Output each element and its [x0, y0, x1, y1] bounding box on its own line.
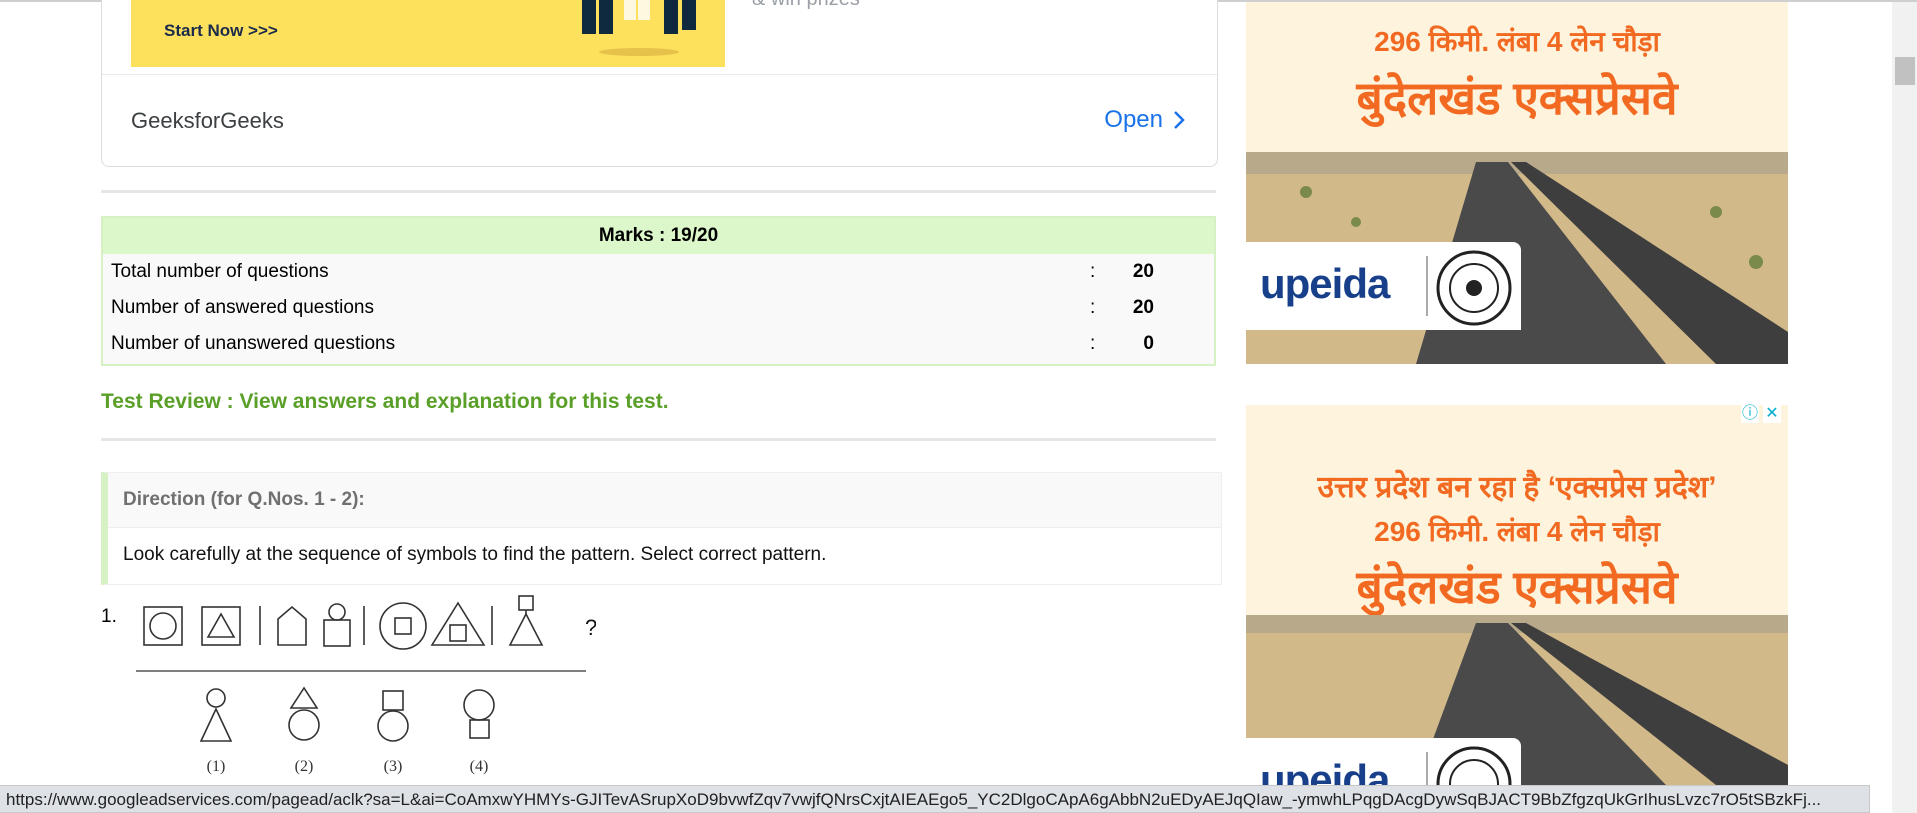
question-figure: ? (1) (2) (3) (4) — [136, 595, 596, 775]
upeida-logo-text: upeida — [1260, 756, 1390, 785]
option-2-figure[interactable] — [288, 686, 320, 741]
logo-separator — [1426, 752, 1428, 785]
table-row: Number of answered questions : 20 — [103, 290, 1214, 326]
option-label[interactable]: (1) — [207, 758, 226, 775]
up-government-seal-icon — [1436, 746, 1512, 785]
upeida-logo-text: upeida — [1260, 260, 1390, 307]
ad-text-line3: बुंदेलखंड एक्सप्रेसवे — [1356, 72, 1678, 124]
figure-circle-square — [379, 602, 427, 650]
row-value: 20 — [1132, 261, 1154, 282]
option-label[interactable]: (3) — [384, 758, 403, 775]
direction-text: Look carefully at the sequence of symbol… — [123, 544, 827, 565]
ad-brand-name: GeeksforGeeks — [131, 108, 284, 133]
row-value: 20 — [1132, 297, 1154, 318]
table-row: Total number of questions : 20 — [103, 254, 1214, 290]
ad-text-line3: बुंदेलखंड एक्सप्रेसवे — [1356, 561, 1678, 613]
ad-open-button[interactable]: Open — [1104, 106, 1185, 134]
ad-info-icon[interactable]: ⓘ — [1741, 405, 1759, 423]
row-colon: : — [1090, 261, 1096, 282]
figure-square-circle — [143, 606, 183, 646]
ad-text-line1: उत्तर प्रदेश बन रहा है ‘एक्सप्रेस प्रदेश… — [1317, 471, 1717, 504]
figure-square-triangle — [201, 606, 241, 646]
side-ad-image[interactable]: 296 किमी. लंबा 4 लेन चौड़ा बुंदेलखंड एक्… — [1246, 2, 1788, 364]
table-row: Number of unanswered questions : 0 — [103, 326, 1214, 362]
section-divider — [101, 438, 1216, 441]
people-illustration-icon — [582, 0, 696, 56]
chevron-right-icon — [1174, 111, 1185, 129]
figure-triangle-square — [430, 601, 486, 646]
status-bar-url: https://www.googleadservices.com/pagead/… — [0, 785, 1870, 813]
figure-circle-on-square — [323, 603, 351, 647]
ad-start-now-button[interactable]: Start Now >>> — [164, 21, 278, 41]
row-label: Number of unanswered questions — [111, 333, 396, 354]
scrollbar-thumb[interactable] — [1895, 57, 1915, 85]
ad-open-label: Open — [1104, 106, 1163, 133]
up-government-seal-icon — [1436, 250, 1512, 326]
option-label[interactable]: (2) — [295, 758, 314, 775]
option-4-figure[interactable] — [463, 689, 495, 739]
marks-title: Marks : 19/20 — [103, 218, 1214, 254]
direction-title: Direction (for Q.Nos. 1 - 2): — [123, 489, 365, 510]
test-review-link[interactable]: Test Review : View answers and explanati… — [101, 390, 669, 414]
app-install-ad[interactable]: Start Now >>> & win prizes GeeksforGeeks… — [101, 0, 1218, 167]
upeida-logo: upeida — [1246, 738, 1521, 785]
direction-box: Direction (for Q.Nos. 1 - 2): Look caref… — [101, 472, 1222, 585]
figure-house — [277, 605, 307, 646]
row-value: 0 — [1143, 333, 1154, 354]
logo-separator — [1426, 256, 1428, 316]
ad-divider — [102, 74, 1217, 75]
row-colon: : — [1090, 297, 1096, 318]
question-number: 1. — [101, 606, 117, 627]
ad-text-line2: 296 किमी. लंबा 4 लेन चौड़ा — [1374, 26, 1660, 57]
vertical-scrollbar[interactable] — [1892, 2, 1917, 813]
figure-square-on-triangle — [508, 595, 544, 646]
row-label: Number of answered questions — [111, 297, 374, 318]
option-3-figure[interactable] — [377, 690, 409, 742]
row-label: Total number of questions — [111, 261, 329, 282]
marks-summary-table: Marks : 19/20 Total number of questions … — [101, 216, 1216, 366]
side-ad-image[interactable]: उत्तर प्रदेश बन रहा है ‘एक्सप्रेस प्रदेश… — [1246, 405, 1788, 785]
ad-choices: ⓘ ✕ — [1741, 405, 1781, 423]
section-divider — [101, 190, 1216, 193]
row-colon: : — [1090, 333, 1096, 354]
ad-text-line2: 296 किमी. लंबा 4 लेन चौड़ा — [1374, 516, 1660, 547]
option-label[interactable]: (4) — [470, 758, 489, 775]
option-1-figure[interactable] — [199, 688, 233, 742]
question-mark: ? — [585, 615, 596, 640]
ad-prizes-text: & win prizes — [752, 0, 860, 11]
upeida-logo: upeida — [1246, 242, 1521, 330]
ad-banner-image[interactable]: Start Now >>> — [131, 0, 725, 67]
ad-close-icon[interactable]: ✕ — [1763, 405, 1781, 423]
